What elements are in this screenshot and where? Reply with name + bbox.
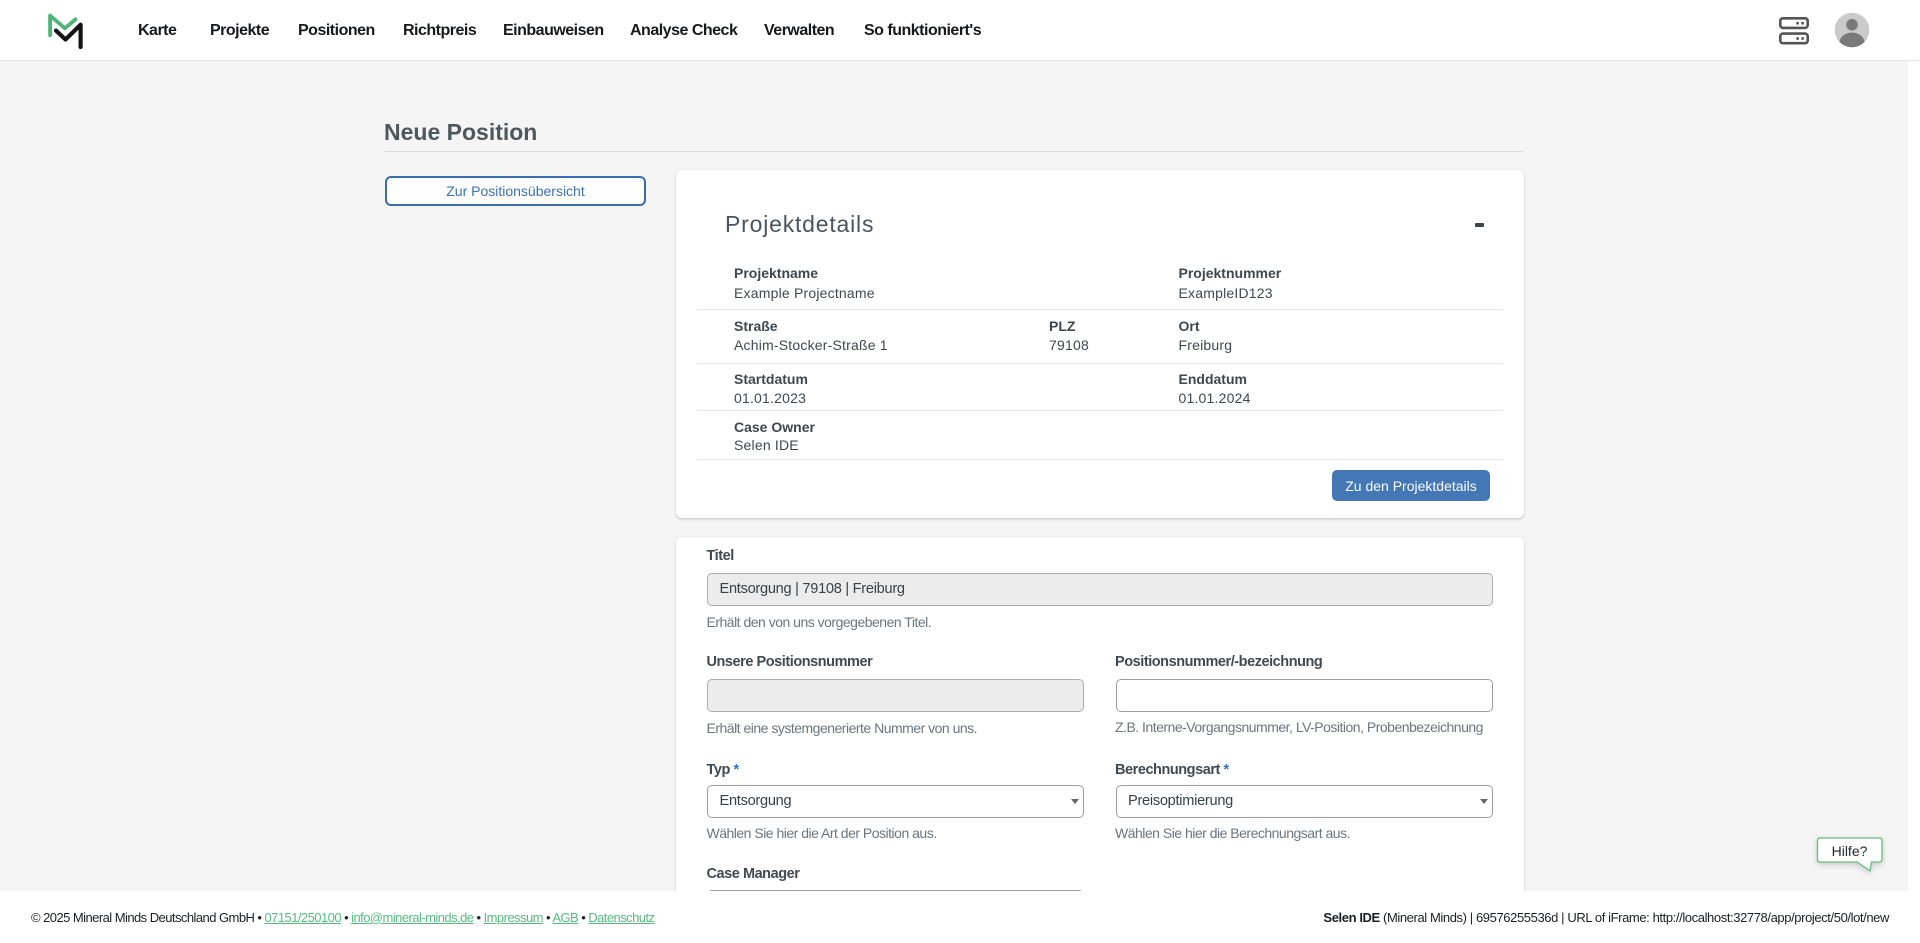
svg-text:Hilfe?: Hilfe? [1832,843,1868,859]
